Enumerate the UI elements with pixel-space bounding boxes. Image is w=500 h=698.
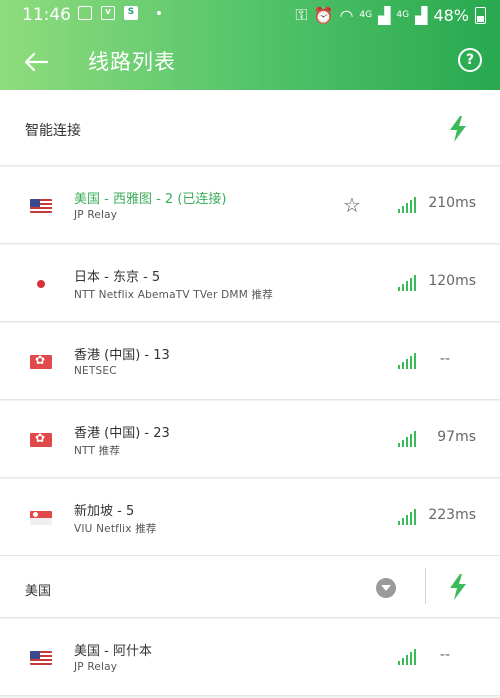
- lightning-bolt-icon[interactable]: [447, 116, 469, 142]
- server-row[interactable]: 日本 - 东京 - 5 NTT Netflix AbemaTV TVer DMM…: [0, 245, 500, 322]
- server-name: 香港 (中国) - 13: [74, 348, 170, 363]
- server-name: 新加坡 - 5: [74, 504, 135, 519]
- status-bar: 11:46 v S ⚿ ⏰ ◠ 4G ▟ 4G ▟ 48%: [0, 0, 500, 30]
- question-mark-icon: ?: [465, 52, 475, 68]
- network-label-1: 4G: [359, 10, 373, 20]
- app-header: 11:46 v S ⚿ ⏰ ◠ 4G ▟ 4G ▟ 48% 线路列表 ?: [0, 0, 500, 90]
- status-time: 11:46: [22, 5, 71, 25]
- signal-strength-icon: [398, 353, 417, 369]
- server-tags: JP Relay: [74, 209, 118, 221]
- battery-percent: 48%: [433, 5, 469, 25]
- server-tags: NTT 推荐: [74, 445, 121, 457]
- network-label-2: 4G: [396, 10, 410, 20]
- key-icon: ⚿: [295, 5, 308, 24]
- server-row[interactable]: 美国 - 西雅图 - 2 (已连接) JP Relay ☆ 210ms: [0, 167, 500, 244]
- signal-strength-icon: [398, 197, 417, 213]
- signal-icon: ▟: [378, 5, 391, 25]
- signal-strength-icon: [398, 509, 417, 525]
- server-latency: 223ms: [428, 507, 476, 523]
- image-icon: [78, 6, 92, 20]
- server-tags: NTT Netflix AbemaTV TVer DMM 推荐: [74, 289, 273, 301]
- server-name: 美国 - 西雅图 - 2 (已连接): [74, 192, 227, 207]
- region-section-header[interactable]: 美国: [0, 556, 500, 618]
- server-tags: NETSEC: [74, 365, 117, 377]
- server-row[interactable]: 美国 - 阿什本 JP Relay --: [0, 619, 500, 696]
- server-row[interactable]: 新加坡 - 5 VIU Netflix 推荐 223ms: [0, 479, 500, 556]
- us-flag-icon: [30, 199, 52, 213]
- arrow-left-icon: [24, 52, 49, 72]
- server-latency: 210ms: [428, 195, 476, 211]
- page-title: 线路列表: [88, 50, 176, 74]
- server-latency: 97ms: [437, 429, 476, 445]
- server-name: 香港 (中国) - 23: [74, 426, 170, 441]
- server-row[interactable]: 香港 (中国) - 23 NTT 推荐 97ms: [0, 401, 500, 478]
- battery-icon: [475, 6, 486, 24]
- signal-strength-icon: [398, 649, 417, 665]
- s-app-icon: S: [124, 6, 138, 20]
- server-tags: JP Relay: [74, 661, 118, 673]
- hk-flag-icon: [30, 433, 52, 447]
- back-button[interactable]: [16, 42, 56, 82]
- star-icon[interactable]: ☆: [343, 193, 361, 217]
- server-latency: --: [439, 647, 450, 663]
- chevron-down-icon[interactable]: [376, 578, 396, 598]
- status-left-icons: v S: [78, 6, 161, 20]
- server-name: 日本 - 东京 - 5: [74, 270, 161, 285]
- signal-icon: ▟: [415, 5, 428, 25]
- lightning-bolt-icon[interactable]: [447, 574, 469, 600]
- us-flag-icon: [30, 651, 52, 665]
- notification-dot-icon: [157, 11, 161, 15]
- server-latency: --: [439, 351, 450, 367]
- sg-flag-icon: [30, 511, 52, 525]
- alarm-icon: ⏰: [313, 5, 334, 25]
- region-label: 美国: [25, 584, 52, 599]
- jp-flag-icon: [30, 277, 52, 291]
- hk-flag-icon: [30, 355, 52, 369]
- help-button[interactable]: ?: [458, 48, 482, 72]
- smart-connect-label: 智能连接: [25, 123, 81, 139]
- status-right-icons: ⚿ ⏰ ◠ 4G ▟ 4G ▟ 48%: [295, 5, 486, 25]
- divider: [425, 568, 426, 604]
- server-latency: 120ms: [428, 273, 476, 289]
- wifi-icon: ◠: [339, 5, 354, 25]
- server-row[interactable]: 香港 (中国) - 13 NETSEC --: [0, 323, 500, 400]
- nav-bar: 线路列表 ?: [0, 40, 500, 84]
- server-tags: VIU Netflix 推荐: [74, 523, 157, 535]
- server-name: 美国 - 阿什本: [74, 644, 152, 659]
- signal-strength-icon: [398, 275, 417, 291]
- vk-icon: v: [101, 6, 115, 20]
- signal-strength-icon: [398, 431, 417, 447]
- smart-connect-row[interactable]: 智能连接: [0, 90, 500, 166]
